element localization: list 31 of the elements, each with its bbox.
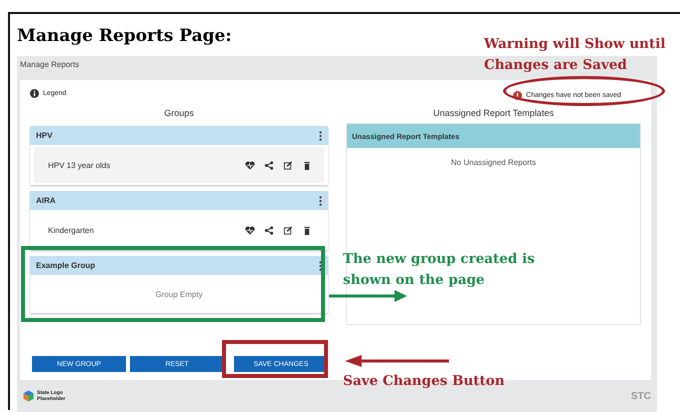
column-heading: Groups [163, 108, 195, 120]
page-title: Manage Reports Page: [17, 26, 232, 48]
info-icon[interactable] [30, 88, 39, 98]
annotation-text: Save Changes Button [343, 372, 506, 391]
annotation-text: The new group created is shown on the page [343, 250, 536, 290]
alert-icon [513, 90, 522, 100]
empty-group-text: Group Empty [154, 288, 204, 301]
column-heading: Unassigned Report Templates [432, 108, 555, 120]
heartbeat-icon[interactable] [245, 160, 255, 170]
share-icon[interactable] [264, 226, 274, 234]
app-header: Manage Reports [20, 60, 80, 71]
trash-icon[interactable] [302, 160, 312, 170]
kebab-menu-icon[interactable] [319, 130, 322, 140]
kebab-menu-icon[interactable] [319, 196, 322, 206]
group-name: AIRA [36, 196, 56, 205]
report-row[interactable]: Kindergarten [34, 212, 324, 248]
edit-icon[interactable] [283, 226, 293, 234]
report-name: HPV 13 year olds [48, 160, 110, 170]
edit-icon[interactable] [283, 160, 293, 170]
group-name: Example Group [36, 261, 96, 270]
trash-icon[interactable] [302, 226, 312, 234]
kebab-menu-icon[interactable] [319, 260, 322, 270]
report-row[interactable]: HPV 13 year olds [34, 147, 324, 183]
cube-logo-icon [23, 390, 34, 402]
report-name: Kindergarten [48, 226, 94, 234]
group-name: HPV [36, 131, 52, 140]
share-icon[interactable] [264, 160, 274, 170]
annotation-text: Warning will Show until Changes are Saved [484, 35, 666, 75]
empty-state-text: No Unassigned Reports [450, 158, 537, 167]
brand-logo: STC [631, 390, 651, 402]
heartbeat-icon[interactable] [245, 226, 255, 234]
